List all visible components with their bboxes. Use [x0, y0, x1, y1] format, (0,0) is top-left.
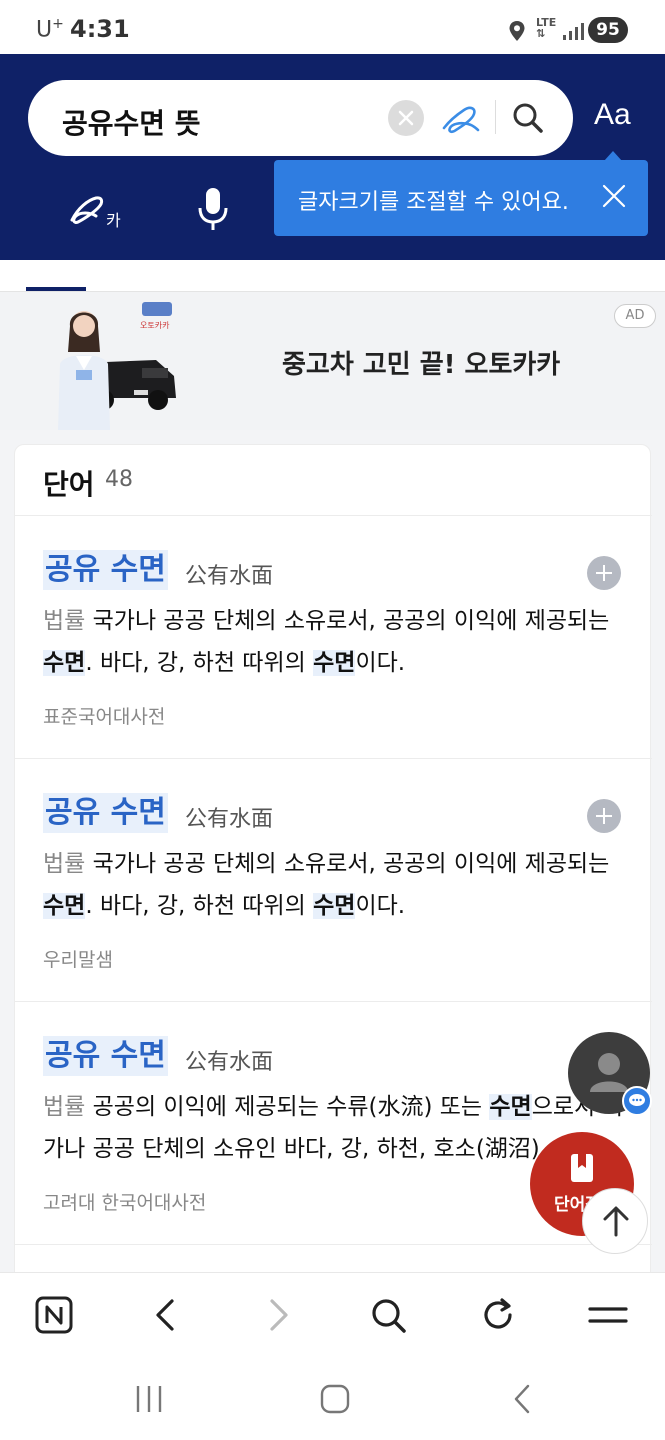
highlight-term: 수면: [313, 893, 356, 919]
ad-badge[interactable]: AD: [614, 304, 656, 328]
definition-text: 이다.: [355, 893, 406, 919]
highlight-term: 수면: [313, 650, 356, 676]
home-icon[interactable]: [318, 1382, 352, 1416]
entry-definition: 법률 국가나 공공 단체의 소유로서, 공공의 이익에 제공되는 수면. 바다,…: [43, 600, 633, 684]
location-pin-icon: [509, 21, 525, 41]
active-tab-indicator: [26, 287, 86, 291]
system-back-icon[interactable]: [506, 1382, 540, 1416]
category-tag: 법률: [43, 1094, 86, 1120]
highlight-term: 수면: [489, 1094, 532, 1120]
entry-hanja: 公有水面: [185, 807, 274, 832]
section-title: 단어: [43, 468, 95, 501]
tooltip-close-icon[interactable]: [600, 182, 628, 210]
forward-icon[interactable]: [258, 1295, 298, 1335]
entry-definition: 법률 국가나 공공 단체의 소유로서, 공공의 이익에 제공되는 수면. 바다,…: [43, 843, 633, 927]
highlight-term: 수면: [43, 650, 86, 676]
search-divider: [495, 100, 496, 134]
chat-bubble-icon: [629, 1094, 645, 1106]
recent-apps-icon[interactable]: [132, 1382, 166, 1416]
handwriting-input-icon[interactable]: 카: [66, 190, 126, 230]
ad-banner[interactable]: 오토카카 중고차 고민 끝! 오토카카 AD: [0, 292, 665, 430]
category-tag: 법률: [43, 851, 86, 877]
entry-source[interactable]: 우리말샘: [43, 945, 113, 972]
chat-badge[interactable]: [622, 1086, 652, 1116]
word-entry[interactable]: 공유 수면 公有水面 법률 국가나 공공 단체의 소유로서, 공공의 이익에 제…: [15, 759, 652, 1002]
tooltip-text: 글자크기를 조절할 수 있어요.: [298, 190, 569, 215]
tab-strip: [0, 260, 665, 292]
highlight-term: 수면: [43, 893, 86, 919]
clear-search-button[interactable]: [388, 100, 424, 136]
search-icon[interactable]: [368, 1295, 408, 1335]
close-icon: [398, 110, 414, 126]
search-icon[interactable]: [510, 100, 546, 136]
definition-text: . 바다, 강, 하천 따위의: [85, 650, 314, 676]
svg-text:오토카카: 오토카카: [140, 321, 170, 330]
entry-word[interactable]: 공유 수면: [43, 550, 168, 590]
menu-icon[interactable]: [588, 1295, 628, 1335]
entry-hanja: 公有水面: [185, 564, 274, 589]
definition-text: 이다.: [355, 650, 406, 676]
entry-word[interactable]: 공유 수면: [43, 1036, 168, 1076]
bookmark-icon: [571, 1154, 593, 1182]
category-tag: 법률: [43, 608, 86, 634]
system-navigation-bar: [0, 1356, 665, 1440]
battery-indicator: 95: [588, 17, 628, 43]
search-input[interactable]: 공유수면 뜻: [62, 102, 201, 142]
lte-indicator: LTE ⇅: [536, 16, 557, 40]
definition-text: 공공의 이익에 제공되는 수류(水流) 또는: [85, 1094, 490, 1120]
entry-source[interactable]: 표준국어대사전: [43, 702, 165, 729]
refresh-icon[interactable]: [478, 1295, 518, 1335]
entry-word[interactable]: 공유 수면: [43, 793, 168, 833]
definition-text: 국가나 공공 단체의 소유로서, 공공의 이익에 제공되는: [85, 851, 610, 877]
entry-hanja: 公有水面: [185, 1050, 274, 1075]
font-size-button[interactable]: Aa: [594, 98, 631, 132]
carrier-label: U+: [36, 16, 64, 43]
tooltip-arrow: [604, 151, 622, 161]
handwriting-icon[interactable]: [440, 100, 482, 136]
word-entry[interactable]: 공유 수면 公有水面 법률 국가나 공공 단체의 소유로서, 공공의 이익에 제…: [15, 516, 652, 759]
search-bar[interactable]: 공유수면 뜻: [28, 80, 573, 156]
back-icon[interactable]: [146, 1295, 186, 1335]
svg-text:카: 카: [106, 211, 121, 230]
search-header: 공유수면 뜻 Aa 카 글자크기를 조절할 수 있어요.: [0, 54, 665, 260]
signal-icon: [563, 23, 584, 40]
font-size-tooltip: 글자크기를 조절할 수 있어요.: [274, 151, 648, 236]
arrow-up-icon: [603, 1206, 629, 1237]
add-to-wordbook-button[interactable]: [587, 799, 621, 833]
entry-source[interactable]: 고려대 한국어대사전: [43, 1188, 206, 1215]
status-bar: U+ 4:31 LTE ⇅ 95: [0, 0, 665, 54]
ad-text[interactable]: 중고차 고민 끝! 오토카카: [282, 344, 560, 381]
clock: 4:31: [70, 15, 130, 43]
ad-image: 오토카카: [58, 302, 176, 430]
naver-home-icon[interactable]: [34, 1295, 74, 1335]
browser-toolbar: [0, 1272, 665, 1356]
result-count: 48: [105, 467, 133, 492]
scroll-top-button[interactable]: [582, 1188, 648, 1254]
definition-text: 국가나 공공 단체의 소유로서, 공공의 이익에 제공되는: [85, 608, 610, 634]
definition-text: . 바다, 강, 하천 따위의: [85, 893, 314, 919]
microphone-icon[interactable]: [196, 186, 230, 232]
add-to-wordbook-button[interactable]: [587, 556, 621, 590]
